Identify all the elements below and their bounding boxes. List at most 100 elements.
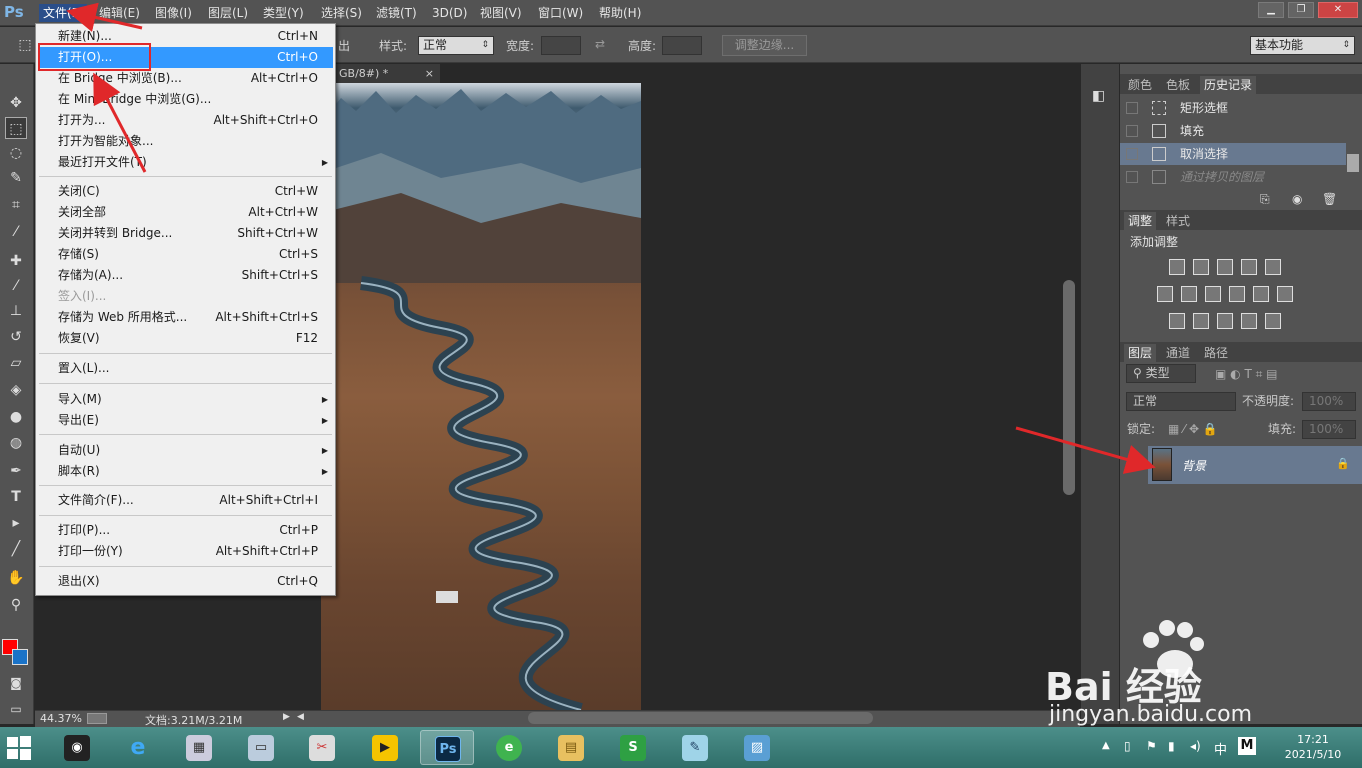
- menu-item-browse-bridge[interactable]: 在 Bridge 中浏览(B)... Alt+Ctrl+O: [38, 68, 333, 89]
- history-row[interactable]: 通过拷贝的图层: [1120, 166, 1346, 188]
- menu-item-print[interactable]: 打印(P)... Ctrl+P: [38, 520, 333, 541]
- menu-item-revert[interactable]: 恢复(V) F12: [38, 328, 333, 349]
- tab-adjustments[interactable]: 调整: [1124, 212, 1157, 230]
- tab-styles[interactable]: 样式: [1162, 212, 1194, 230]
- signal-icon[interactable]: ▮: [1168, 739, 1175, 753]
- taskbar-player[interactable]: ▶: [358, 730, 412, 765]
- paint-bucket-tool-icon[interactable]: ◈: [5, 379, 27, 401]
- black-white-icon[interactable]: [1205, 286, 1221, 302]
- menu-file[interactable]: 文件(F): [39, 4, 88, 22]
- workspace-select[interactable]: 基本功能 ⇕: [1250, 36, 1355, 55]
- quick-mask-icon[interactable]: ◙: [5, 672, 27, 694]
- style-select[interactable]: 正常 ⇕: [418, 36, 494, 55]
- restore-button[interactable]: ❐: [1288, 2, 1314, 18]
- vibrance-icon[interactable]: [1265, 259, 1281, 275]
- invert-icon[interactable]: [1169, 313, 1185, 329]
- taskbar-tool[interactable]: ✂: [295, 730, 349, 765]
- taskbar-browser[interactable]: e: [482, 730, 536, 765]
- menu-3d[interactable]: 3D(D): [428, 4, 471, 22]
- history-checkbox[interactable]: [1126, 171, 1138, 183]
- new-document-from-state-icon[interactable]: ⎘: [1260, 192, 1270, 207]
- width-input[interactable]: [541, 36, 581, 55]
- history-brush-tool-icon[interactable]: ↺: [5, 326, 27, 348]
- tab-swatches[interactable]: 色板: [1162, 76, 1194, 94]
- eye-icon[interactable]: ◉: [1130, 458, 1140, 471]
- hand-tool-icon[interactable]: ✋: [5, 567, 27, 589]
- layer-row-background[interactable]: 背景 🔒: [1148, 446, 1362, 484]
- height-input[interactable]: [662, 36, 702, 55]
- menu-item-recent-files[interactable]: 最近打开文件(T) ▶: [38, 152, 333, 173]
- taskbar-photoshop[interactable]: Ps: [420, 730, 474, 765]
- line-tool-icon[interactable]: ╱: [5, 538, 27, 560]
- menu-item-export[interactable]: 导出(E) ▶: [38, 410, 333, 431]
- close-tab-icon[interactable]: ×: [425, 64, 434, 84]
- tray-device-icon[interactable]: ▯: [1124, 739, 1131, 753]
- brightness-icon[interactable]: [1169, 259, 1185, 275]
- tab-color[interactable]: 颜色: [1124, 76, 1156, 94]
- hue-saturation-icon[interactable]: [1157, 286, 1173, 302]
- background-color-swatch[interactable]: [12, 649, 28, 665]
- tab-layers[interactable]: 图层: [1124, 344, 1157, 362]
- menu-edit[interactable]: 编辑(E): [95, 4, 144, 22]
- posterize-icon[interactable]: [1193, 313, 1209, 329]
- crop-tool-icon[interactable]: ⌗: [5, 194, 27, 216]
- menu-image[interactable]: 图像(I): [151, 4, 196, 22]
- curves-icon[interactable]: [1217, 259, 1233, 275]
- menu-item-print-one-copy[interactable]: 打印一份(Y) Alt+Shift+Ctrl+P: [38, 541, 333, 562]
- menu-view[interactable]: 视图(V): [476, 4, 526, 22]
- menu-item-save-as[interactable]: 存储为(A)... Shift+Ctrl+S: [38, 265, 333, 286]
- taskbar-wps[interactable]: S: [606, 730, 660, 765]
- taskbar-photos[interactable]: ▨: [730, 730, 784, 765]
- 3d-icon[interactable]: ◧: [1092, 88, 1108, 106]
- eyedropper-tool-icon[interactable]: ⁄: [5, 221, 27, 243]
- blend-mode-select[interactable]: 正常: [1126, 392, 1236, 411]
- refine-edge-button[interactable]: 调整边缘...: [722, 35, 807, 56]
- trash-icon[interactable]: 🗑: [1322, 192, 1337, 206]
- menu-help[interactable]: 帮助(H): [595, 4, 645, 22]
- move-tool-icon[interactable]: ✥: [5, 92, 27, 114]
- menu-item-close-all[interactable]: 关闭全部 Alt+Ctrl+W: [38, 202, 333, 223]
- clock[interactable]: 17:21 2021/5/10: [1278, 732, 1348, 762]
- scroll-left-icon[interactable]: ◀: [297, 712, 304, 722]
- blur-tool-icon[interactable]: ●: [5, 406, 27, 428]
- vertical-scrollbar[interactable]: [1063, 280, 1075, 495]
- healing-brush-tool-icon[interactable]: ✚: [5, 250, 27, 272]
- menu-item-save[interactable]: 存储(S) Ctrl+S: [38, 244, 333, 265]
- stamp-tool-icon[interactable]: ⊥: [5, 300, 27, 322]
- camera-icon[interactable]: ◉: [1292, 192, 1302, 206]
- taskbar-audio-app[interactable]: ◉: [50, 730, 104, 765]
- history-checkbox[interactable]: [1126, 102, 1138, 114]
- type-tool-icon[interactable]: T: [5, 486, 27, 508]
- taskbar-calculator[interactable]: ▦: [172, 730, 226, 765]
- marquee-tool-icon[interactable]: ⬚: [5, 117, 27, 139]
- ime-indicator[interactable]: 中: [1214, 739, 1227, 758]
- menu-item-file-info[interactable]: 文件简介(F)... Alt+Shift+Ctrl+I: [38, 490, 333, 511]
- swap-icon[interactable]: ⇄: [595, 37, 605, 51]
- menu-item-open-smart-object[interactable]: 打开为智能对象...: [38, 131, 333, 152]
- lock-icons[interactable]: ▦ ⁄ ✥ 🔒: [1168, 420, 1218, 438]
- selective-color-icon[interactable]: [1241, 313, 1257, 329]
- channel-mixer-icon[interactable]: [1253, 286, 1269, 302]
- history-scrollbar[interactable]: [1347, 154, 1359, 172]
- layer-filter-select[interactable]: ⚲ 类型: [1126, 364, 1196, 383]
- zoom-tool-icon[interactable]: ⚲: [5, 594, 27, 616]
- eraser-tool-icon[interactable]: ▱: [5, 352, 27, 374]
- menu-item-close[interactable]: 关闭(C) Ctrl+W: [38, 181, 333, 202]
- taskbar-monitor[interactable]: ▭: [234, 730, 288, 765]
- menu-item-scripts[interactable]: 脚本(R) ▶: [38, 461, 333, 482]
- tray-expand-icon[interactable]: ▲: [1102, 740, 1110, 751]
- pen-tool-icon[interactable]: ✒: [5, 460, 27, 482]
- tab-paths[interactable]: 路径: [1200, 344, 1232, 362]
- menu-item-browse-mini-bridge[interactable]: 在 Mini Bridge 中浏览(G)...: [38, 89, 333, 110]
- ime-mode-indicator[interactable]: M: [1238, 737, 1256, 755]
- color-lookup-icon[interactable]: [1277, 286, 1293, 302]
- menu-item-close-goto-bridge[interactable]: 关闭并转到 Bridge... Shift+Ctrl+W: [38, 223, 333, 244]
- history-checkbox[interactable]: [1126, 148, 1138, 160]
- history-row[interactable]: 矩形选框: [1120, 97, 1346, 119]
- horizontal-scrollbar[interactable]: [528, 712, 873, 724]
- menu-item-exit[interactable]: 退出(X) Ctrl+Q: [38, 571, 333, 592]
- exposure-icon[interactable]: [1241, 259, 1257, 275]
- menu-window[interactable]: 窗口(W): [534, 4, 587, 22]
- levels-icon[interactable]: [1193, 259, 1209, 275]
- history-checkbox[interactable]: [1126, 125, 1138, 137]
